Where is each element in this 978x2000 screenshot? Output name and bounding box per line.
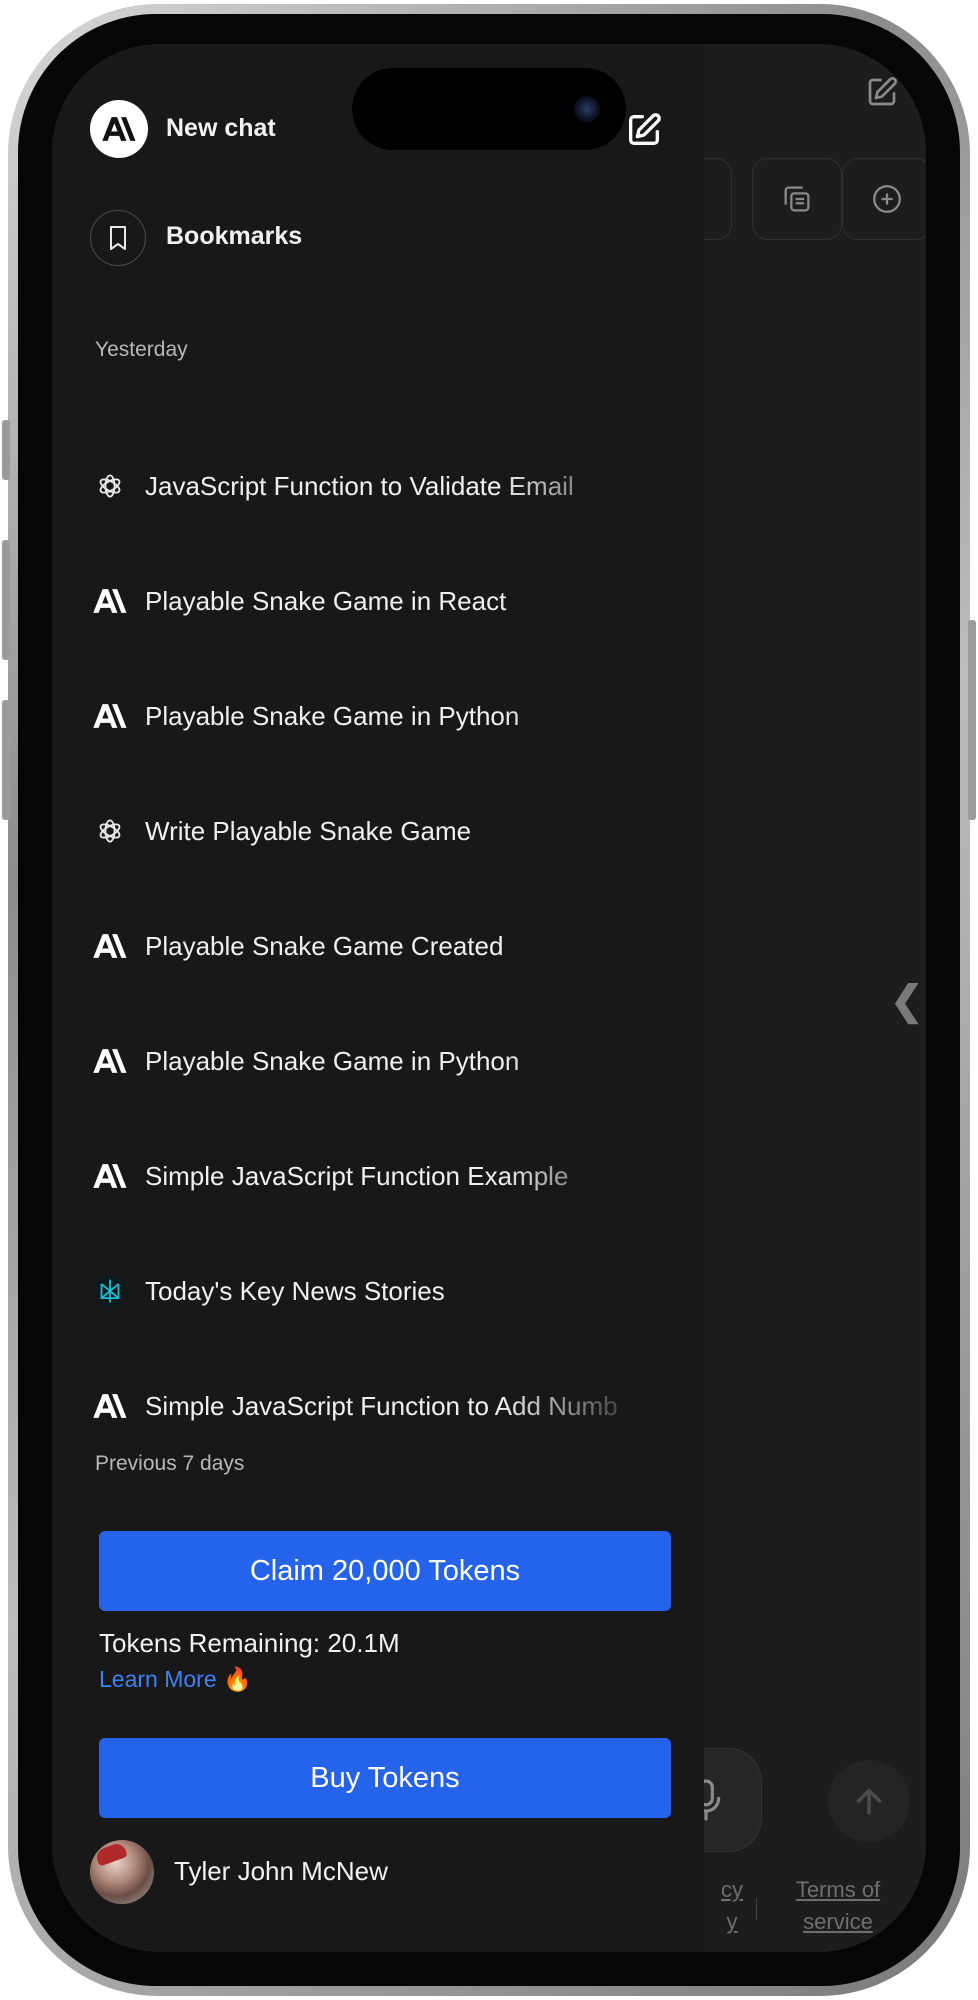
conversation-item[interactable]: Playable Snake Game in Python [92, 686, 652, 746]
front-camera [574, 96, 600, 122]
conversation-title: Playable Snake Game in React [145, 585, 507, 616]
compose-icon[interactable] [864, 74, 900, 110]
anthropic-icon [102, 117, 136, 141]
anthropic-icon [92, 1388, 128, 1424]
sidebar-drawer: New chat Bookmarks Yesterday JavaScript … [52, 44, 704, 1952]
conversation-item[interactable]: Write Playable Snake Game [92, 801, 652, 861]
conversation-item[interactable]: Playable Snake Game Created [92, 916, 652, 976]
section-yesterday: Yesterday [95, 338, 188, 361]
new-chat-button[interactable] [624, 110, 664, 150]
conversation-title: Simple JavaScript Function to Add Numb [145, 1390, 618, 1421]
terms-line-2: service [803, 1909, 873, 1934]
new-chat-label[interactable]: New chat [166, 114, 276, 143]
app-logo[interactable] [90, 100, 148, 158]
volume-up-button [2, 540, 10, 660]
action-button [2, 420, 10, 480]
bookmark-icon [110, 226, 126, 250]
learn-more-link[interactable]: Learn More 🔥 [99, 1666, 252, 1693]
perplexity-icon [92, 1273, 128, 1309]
conversation-item[interactable]: Today's Key News Stories [92, 1261, 652, 1321]
avatar[interactable] [90, 1840, 154, 1904]
compose-icon [629, 113, 661, 145]
copy-button[interactable] [752, 158, 842, 240]
conversation-title: Playable Snake Game in Python [145, 700, 520, 731]
buy-tokens-button[interactable]: Buy Tokens [99, 1738, 671, 1818]
privacy-policy-link[interactable]: cy y [712, 1874, 752, 1938]
section-previous-7-days: Previous 7 days [95, 1452, 245, 1475]
phone-screen: › ❮ [52, 44, 926, 1952]
anthropic-icon [92, 698, 128, 734]
claim-tokens-button[interactable]: Claim 20,000 Tokens [99, 1531, 671, 1611]
arrow-up-icon [856, 1788, 882, 1815]
privacy-line-1: cy [721, 1877, 743, 1902]
footer-divider [756, 1898, 757, 1920]
anthropic-icon [92, 928, 128, 964]
dynamic-island [352, 68, 626, 150]
user-name[interactable]: Tyler John McNew [174, 1856, 388, 1887]
conversation-title: Today's Key News Stories [145, 1275, 445, 1306]
anthropic-icon [92, 583, 128, 619]
conversation-item[interactable]: Playable Snake Game in Python [92, 1031, 652, 1091]
add-button[interactable] [842, 158, 926, 240]
conversation-title: Playable Snake Game Created [145, 930, 504, 961]
conversation-item[interactable]: Simple JavaScript Function Example [92, 1146, 652, 1206]
tokens-remaining: Tokens Remaining: 20.1M [99, 1628, 400, 1658]
bookmarks-label[interactable]: Bookmarks [166, 222, 302, 251]
volume-down-button [2, 700, 10, 820]
privacy-line-2: y [726, 1909, 738, 1934]
anthropic-icon [92, 1158, 128, 1194]
conversation-title: Playable Snake Game in Python [145, 1045, 520, 1076]
conversation-title: Simple JavaScript Function Example [145, 1160, 569, 1191]
conversation-item[interactable]: Simple JavaScript Function to Add Numb [92, 1376, 652, 1436]
openai-icon [92, 813, 128, 849]
bookmark-button[interactable] [90, 210, 146, 266]
send-button[interactable] [828, 1760, 910, 1842]
conversation-title: JavaScript Function to Validate Email [145, 470, 574, 501]
terms-line-1: Terms of [795, 1877, 881, 1902]
openai-icon [92, 468, 128, 504]
conversation-title: Write Playable Snake Game [145, 815, 472, 846]
power-button [968, 620, 976, 820]
conversation-item[interactable]: Playable Snake Game in React [92, 571, 652, 631]
terms-of-service-link[interactable]: Terms of service [778, 1874, 898, 1938]
conversation-item[interactable]: JavaScript Function to Validate Email [92, 456, 652, 516]
collapse-handle-icon[interactable]: ❮ [890, 978, 924, 1024]
anthropic-icon [92, 1043, 128, 1079]
